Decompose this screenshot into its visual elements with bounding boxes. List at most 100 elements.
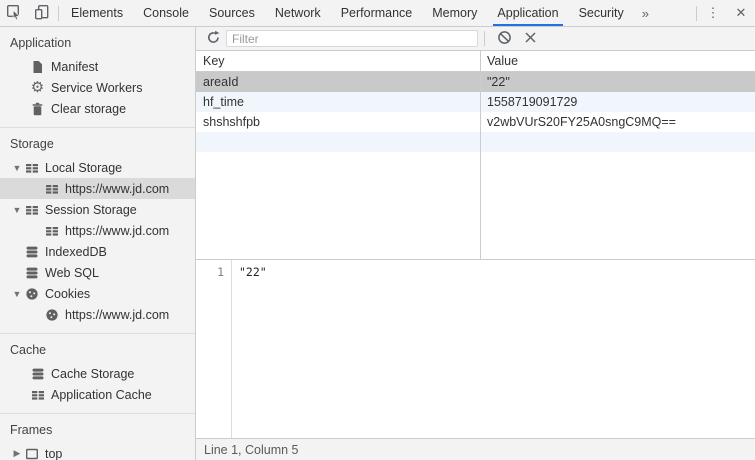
tab-elements[interactable]: Elements [61,0,133,26]
table-row[interactable]: shshshfpb v2wbVUrS20FY25A0sngC9MQ== [196,112,755,132]
devtools-tabbar: Elements Console Sources Network Perform… [0,0,755,27]
expand-arrow-icon[interactable]: ▼ [10,289,24,299]
application-panel-sidebar: Application Manifest ⚙ Service Workers [0,27,196,460]
sidebar-item-cache-storage[interactable]: Cache Storage [0,363,195,384]
devtools-menu-button[interactable]: ⋮ [699,0,727,26]
sidebar-item-label: IndexedDB [45,245,107,259]
cursor-position-text: Line 1, Column 5 [204,443,299,457]
sidebar-item-frame-top[interactable]: ▶ top [0,443,195,460]
line-number-gutter: 1 [196,260,232,438]
sidebar-item-label: Application Cache [51,388,152,402]
sidebar-section-storage: Storage ▼ Local Storage [0,128,195,334]
database-icon [30,366,45,381]
tab-network[interactable]: Network [265,0,331,26]
storage-value: 1558719091729 [480,95,755,109]
local-storage-view: Key Value areaId "22" hf_time 1558719091… [196,27,755,460]
sidebar-item-label: Session Storage [45,203,137,217]
sidebar-section-frames: Frames ▶ top [0,414,195,460]
clear-all-button[interactable] [491,27,517,51]
devtools-window: Elements Console Sources Network Perform… [0,0,755,460]
sidebar-item-local-storage-jd[interactable]: https://www.jd.com [0,178,195,199]
close-devtools-button[interactable]: ✕ [727,0,755,26]
tab-memory[interactable]: Memory [422,0,487,26]
table-header-row: Key Value [196,51,755,72]
sidebar-item-manifest[interactable]: Manifest [0,56,195,77]
more-tabs-button[interactable]: » [634,0,657,26]
datagrid-icon [24,202,39,217]
sidebar-section-application: Application Manifest ⚙ Service Workers [0,27,195,128]
ban-icon [497,30,512,48]
tabbar-separator [58,6,59,21]
preview-value-text: "22" [239,265,267,279]
section-title: Storage [0,135,195,157]
sidebar-item-label: Cookies [45,287,90,301]
datagrid-icon [44,223,59,238]
tabbar-right-controls: ⋮ ✕ [694,0,755,26]
database-icon [24,265,39,280]
sidebar-item-web-sql[interactable]: Web SQL [0,262,195,283]
datagrid-icon [24,160,39,175]
sidebar-item-label: Manifest [51,60,98,74]
sidebar-item-cookies[interactable]: ▼ Cookies [0,283,195,304]
column-header-value: Value [480,54,755,68]
column-resize-divider[interactable] [480,51,481,259]
expand-arrow-icon[interactable]: ▼ [10,205,24,215]
sidebar-item-label: Local Storage [45,161,122,175]
tabbar-separator [696,6,697,21]
table-filler-row [196,132,755,152]
sidebar-item-local-storage[interactable]: ▼ Local Storage [0,157,195,178]
database-icon [24,244,39,259]
filter-input[interactable] [226,30,478,47]
line-number: 1 [217,265,224,279]
storage-key: hf_time [196,95,480,109]
sidebar-item-label: Service Workers [51,81,142,95]
sidebar-item-session-storage-jd[interactable]: https://www.jd.com [0,220,195,241]
device-toolbar-icon [34,4,50,23]
inspect-cursor-icon [6,4,22,23]
table-row[interactable]: areaId "22" [196,72,755,92]
sidebar-item-cookies-jd[interactable]: https://www.jd.com [0,304,195,325]
cookie-icon [44,307,59,322]
tab-sources[interactable]: Sources [199,0,265,26]
expand-arrow-icon[interactable]: ▼ [10,163,24,173]
storage-key: areaId [196,75,480,89]
inspect-element-button[interactable] [0,0,28,26]
preview-code-area[interactable]: "22" [232,260,755,438]
sidebar-item-clear-storage[interactable]: Clear storage [0,98,195,119]
section-title: Application [0,34,195,56]
sidebar-item-label: Web SQL [45,266,99,280]
storage-key: shshshfpb [196,115,480,129]
trash-icon [30,101,45,116]
sidebar-item-label: Clear storage [51,102,126,116]
sidebar-item-indexeddb[interactable]: IndexedDB [0,241,195,262]
sidebar-item-label: top [45,447,62,460]
tab-console[interactable]: Console [133,0,199,26]
table-row[interactable]: hf_time 1558719091729 [196,92,755,112]
sidebar-item-label: Cache Storage [51,367,134,381]
refresh-button[interactable] [200,27,226,51]
sidebar-item-label: https://www.jd.com [65,308,169,322]
manifest-file-icon [30,59,45,74]
sidebar-item-service-workers[interactable]: ⚙ Service Workers [0,77,195,98]
cookie-icon [24,286,39,301]
storage-toolbar [196,27,755,51]
sidebar-item-label: https://www.jd.com [65,224,169,238]
collapse-arrow-icon[interactable]: ▶ [10,448,24,459]
tab-security[interactable]: Security [569,0,634,26]
sidebar-item-label: https://www.jd.com [65,182,169,196]
sidebar-item-session-storage[interactable]: ▼ Session Storage [0,199,195,220]
sidebar-section-cache: Cache Cache Storage [0,334,195,414]
toolbar-separator [484,31,485,46]
device-toolbar-button[interactable] [28,0,56,26]
delete-selected-button[interactable] [517,27,543,51]
section-title: Frames [0,421,195,443]
gear-icon: ⚙ [30,80,45,95]
value-preview-pane: 1 "22" [196,260,755,438]
sidebar-item-application-cache[interactable]: Application Cache [0,384,195,405]
storage-items-table: Key Value areaId "22" hf_time 1558719091… [196,51,755,260]
storage-value: "22" [480,75,755,89]
refresh-icon [206,30,221,48]
tab-application[interactable]: Application [487,0,568,26]
section-title: Cache [0,341,195,363]
tab-performance[interactable]: Performance [331,0,423,26]
